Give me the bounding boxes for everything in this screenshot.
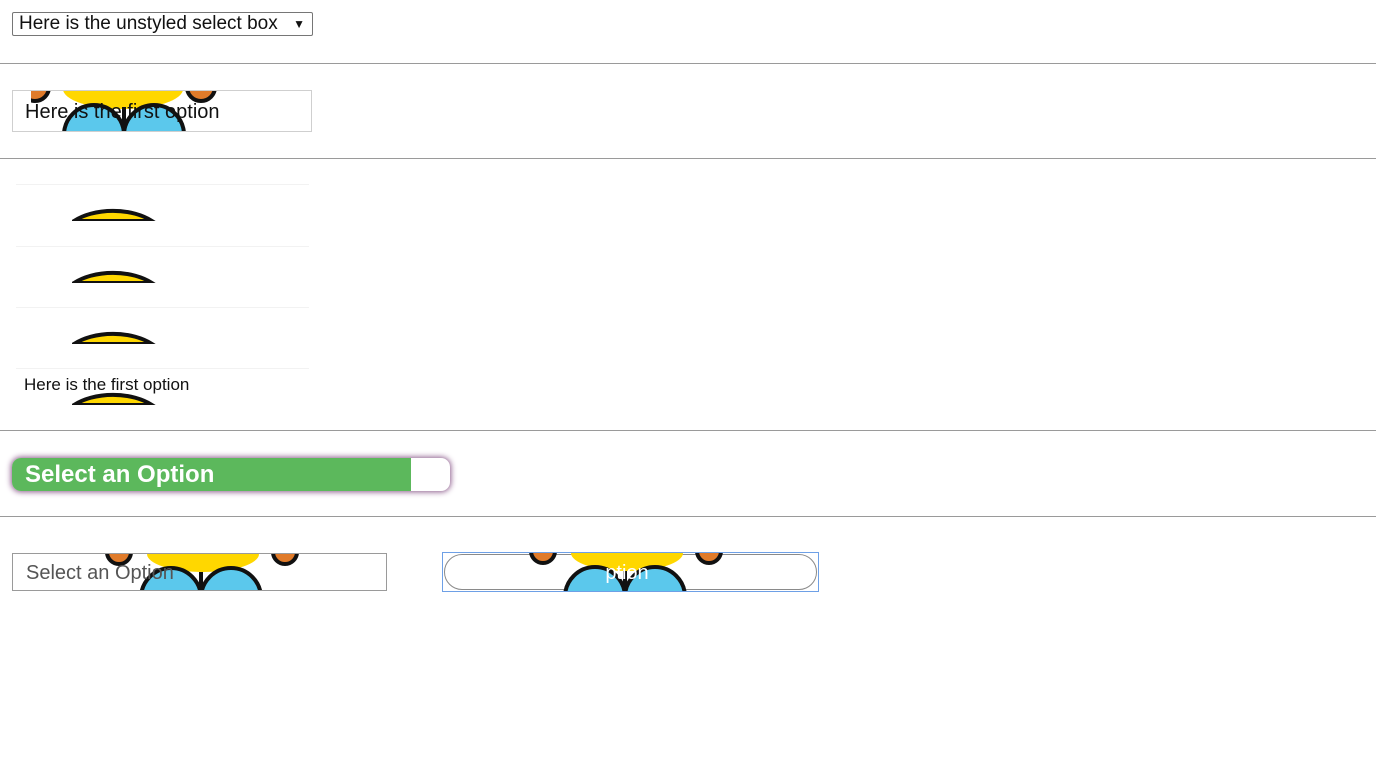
divider bbox=[0, 158, 1376, 159]
select-input-left[interactable]: Select an Option bbox=[12, 553, 387, 591]
green-select[interactable]: Select an Option bbox=[12, 458, 450, 491]
list-item[interactable]: e first o bbox=[16, 185, 309, 221]
select-label: ption bbox=[605, 562, 649, 584]
select-label: Select an Option bbox=[25, 461, 215, 488]
list-item[interactable]: Here is the first option bbox=[16, 369, 309, 405]
divider bbox=[0, 430, 1376, 431]
unstyled-select[interactable]: Here is the unstyled select box ▼ bbox=[12, 12, 313, 36]
select-input-right[interactable]: ption bbox=[442, 552, 819, 592]
chevron-down-icon: ▼ bbox=[293, 17, 305, 31]
unstyled-select-label: Here is the unstyled select box bbox=[19, 13, 278, 34]
option-ghost-text: e first o bbox=[78, 311, 140, 330]
styled-select-with-art[interactable]: Here is the first option bbox=[12, 90, 312, 132]
option-label: Here is the first option bbox=[25, 101, 220, 123]
select-placeholder: Select an Option bbox=[26, 562, 174, 584]
divider bbox=[0, 63, 1376, 64]
list-item[interactable]: e first o bbox=[16, 308, 309, 344]
list-item[interactable]: e first o bbox=[16, 247, 309, 283]
option-label: Here is the first option bbox=[24, 375, 190, 394]
option-ghost-text: e first o bbox=[78, 188, 140, 207]
option-ghost-text: e first o bbox=[78, 250, 140, 269]
divider bbox=[0, 516, 1376, 517]
